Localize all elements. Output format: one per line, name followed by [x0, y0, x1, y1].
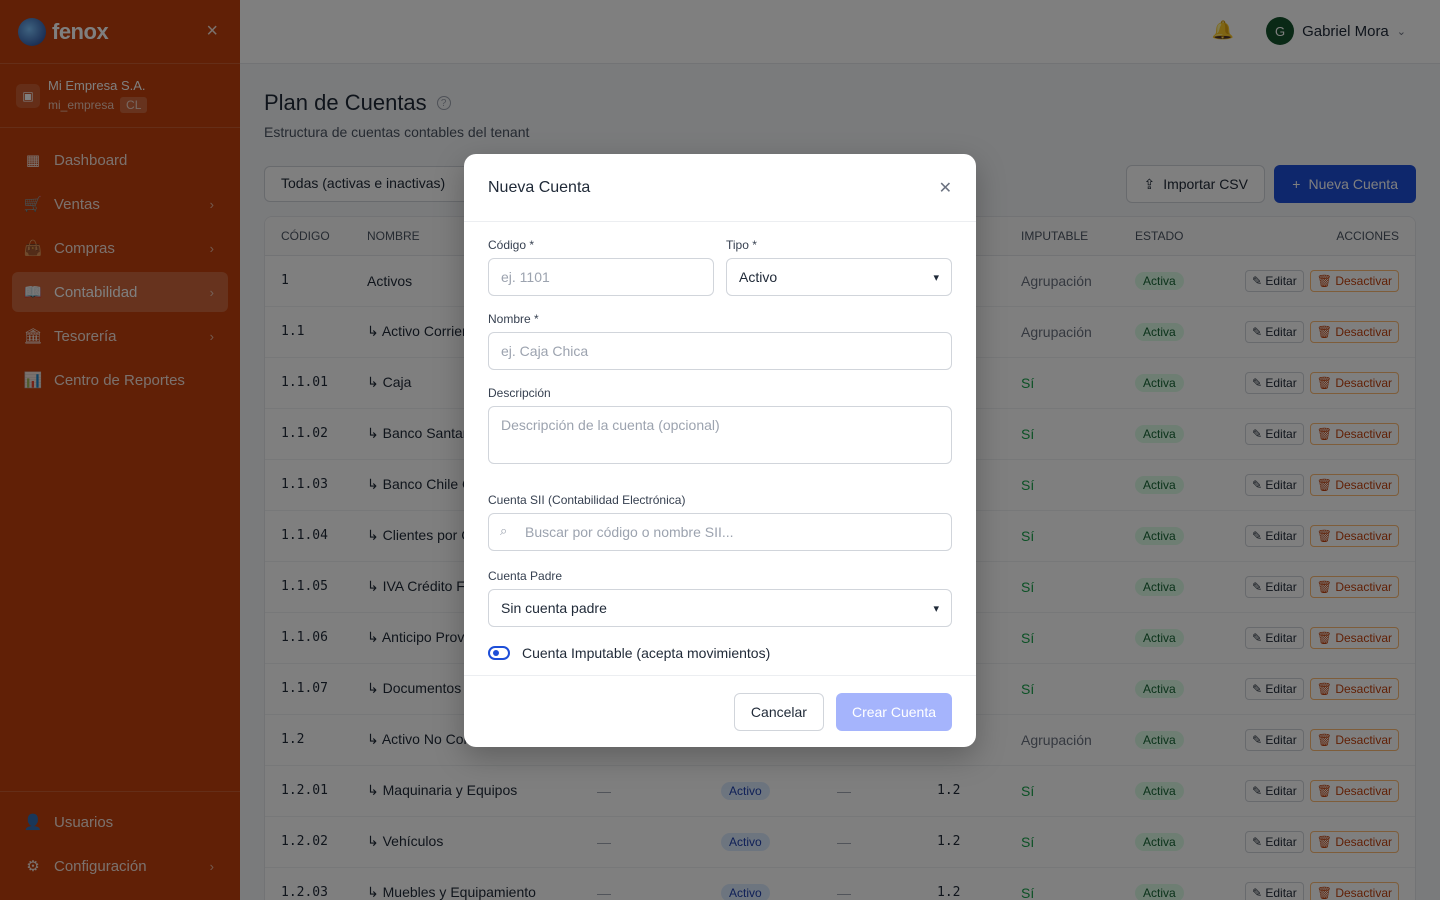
codigo-input[interactable] — [488, 258, 714, 296]
descripcion-textarea[interactable] — [488, 406, 952, 464]
tipo-select[interactable]: Activo ▾ — [726, 258, 952, 296]
nombre-label: Nombre * — [488, 312, 539, 326]
sii-search-input[interactable] — [488, 513, 952, 551]
chevron-down-icon: ▾ — [933, 602, 939, 615]
tipo-value: Activo — [739, 269, 778, 285]
descripcion-label: Descripción — [488, 386, 551, 400]
padre-select[interactable]: Sin cuenta padre ▾ — [488, 589, 952, 627]
chevron-down-icon: ▾ — [933, 271, 939, 284]
nombre-input[interactable] — [488, 332, 952, 370]
new-account-modal: Nueva Cuenta ✕ Código * Tipo * Activo ▾ … — [464, 154, 976, 747]
imputable-label: Cuenta Imputable (acepta movimientos) — [522, 645, 771, 661]
cancel-button[interactable]: Cancelar — [733, 692, 824, 731]
tipo-label: Tipo * — [726, 238, 757, 252]
padre-value: Sin cuenta padre — [501, 600, 607, 616]
search-icon: ⌕ — [500, 523, 508, 538]
imputable-toggle[interactable] — [488, 646, 510, 660]
modal-title: Nueva Cuenta — [488, 178, 591, 196]
sii-label: Cuenta SII (Contabilidad Electrónica) — [488, 493, 686, 507]
close-icon[interactable]: ✕ — [939, 178, 952, 198]
create-account-button[interactable]: Crear Cuenta — [835, 692, 952, 731]
padre-label: Cuenta Padre — [488, 569, 563, 583]
codigo-label: Código * — [488, 238, 535, 252]
